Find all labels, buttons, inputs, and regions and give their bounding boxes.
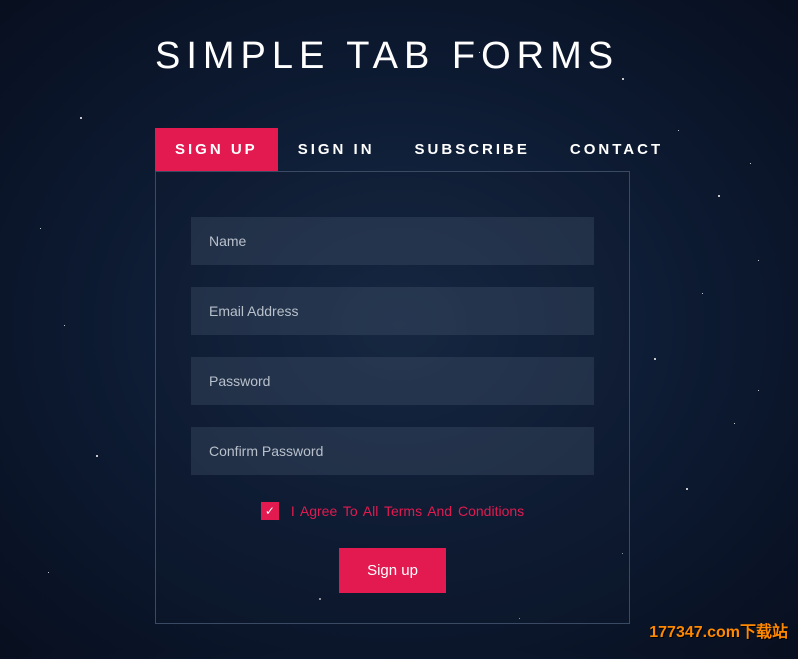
tab-subscribe[interactable]: SUBSCRIBE: [395, 128, 550, 171]
terms-checkbox-row: ✓ I Agree To All Terms And Conditions: [191, 502, 594, 520]
password-input[interactable]: [191, 357, 594, 405]
name-input[interactable]: [191, 217, 594, 265]
tab-list: SIGN UP SIGN IN SUBSCRIBE CONTACT: [155, 128, 748, 171]
tab-signin[interactable]: SIGN IN: [278, 128, 395, 171]
tab-signup[interactable]: SIGN UP: [155, 128, 278, 171]
signup-button[interactable]: Sign up: [339, 548, 446, 593]
signup-form-panel: ✓ I Agree To All Terms And Conditions Si…: [155, 171, 630, 624]
terms-checkbox[interactable]: ✓: [261, 502, 279, 520]
watermark: 177347.com下载站: [649, 618, 788, 642]
page-title: SIMPLE TAB FORMS: [155, 35, 748, 78]
confirm-password-input[interactable]: [191, 427, 594, 475]
terms-label[interactable]: I Agree To All Terms And Conditions: [291, 503, 524, 519]
check-icon: ✓: [265, 504, 275, 518]
email-input[interactable]: [191, 287, 594, 335]
tab-contact[interactable]: CONTACT: [550, 128, 683, 171]
